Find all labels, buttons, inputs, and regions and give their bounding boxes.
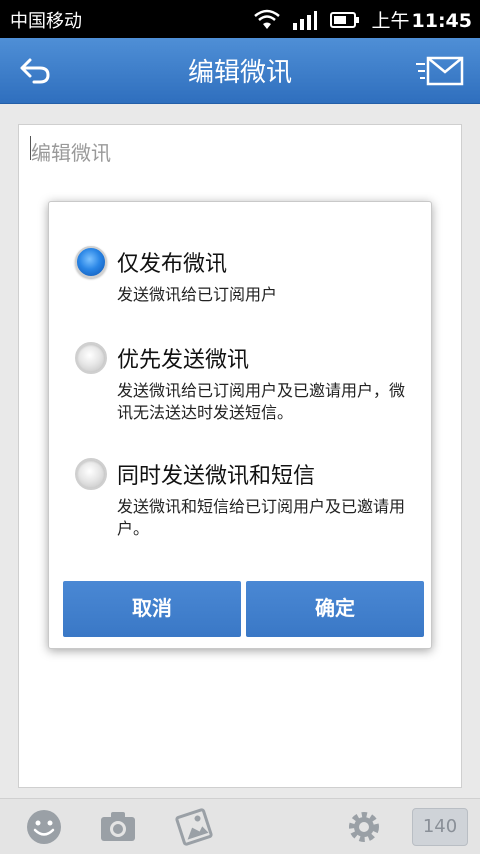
send-mail-icon[interactable] (414, 54, 466, 88)
text-cursor (30, 136, 31, 160)
camera-icon[interactable] (98, 807, 138, 847)
picture-icon[interactable] (174, 807, 214, 847)
bottom-toolbar: 140 (0, 798, 480, 854)
clock: 上午 11:45 (372, 6, 473, 33)
radio-unselected-icon[interactable] (75, 342, 107, 374)
option-description: 发送微讯给已订阅用户 (117, 285, 278, 304)
message-input[interactable] (19, 125, 461, 181)
option-title: 同时发送微讯和短信 (117, 464, 316, 489)
page-title: 编辑微讯 (187, 58, 292, 88)
status-icons: 上午 11:45 (253, 6, 473, 33)
confirm-button[interactable]: 确定 (246, 581, 424, 637)
radio-selected-icon[interactable] (75, 246, 107, 278)
gear-icon[interactable] (344, 807, 384, 847)
option-title: 优先发送微讯 (117, 348, 250, 373)
wifi-icon (253, 9, 280, 29)
send-mode-dialog: 仅发布微讯 发送微讯给已订阅用户 优先发送微讯 发送微讯给已订阅用户及已邀请用户… (48, 201, 432, 649)
option-description: 发送微讯给已订阅用户及已邀请用户，微讯无法送达时发送短信。 (117, 381, 406, 422)
option-description: 发送微讯和短信给已订阅用户及已邀请用户。 (117, 497, 406, 538)
carrier-name: 中国移动 (10, 11, 82, 32)
option-title: 仅发布微讯 (117, 252, 228, 277)
status-bar: 中国移动 上午 11:45 (0, 0, 480, 38)
char-count-badge: 140 (412, 808, 468, 846)
smiley-icon[interactable] (24, 807, 64, 847)
app-header: 编辑微讯 (0, 38, 480, 104)
cancel-button[interactable]: 取消 (63, 581, 241, 637)
clock-time: 11:45 (411, 10, 472, 32)
clock-ampm: 上午 (371, 10, 410, 32)
battery-icon (329, 11, 359, 28)
signal-icon (292, 10, 317, 30)
radio-unselected-icon[interactable] (75, 458, 107, 490)
